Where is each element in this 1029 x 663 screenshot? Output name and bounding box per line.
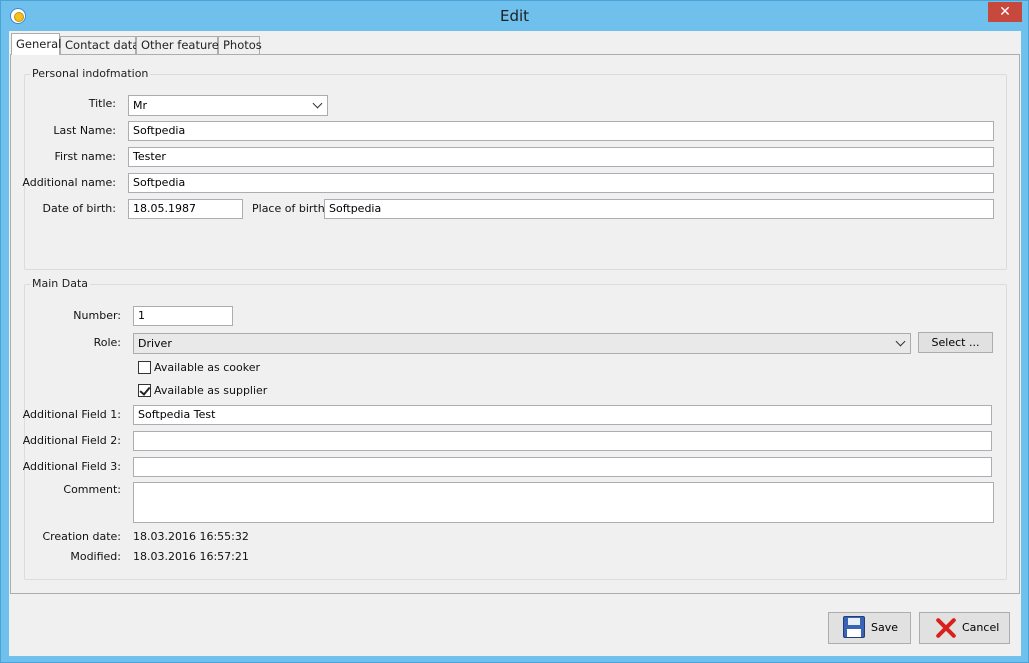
number-field[interactable]: 1	[133, 306, 233, 326]
additional-field-2-input[interactable]	[133, 431, 992, 451]
number-label: Number:	[73, 309, 121, 322]
cancel-button[interactable]: Cancel	[919, 612, 1010, 644]
tab-contact-data[interactable]: Contact data	[60, 36, 139, 54]
general-tab-panel: Personal indofmation Title: Mr Last Name…	[10, 54, 1020, 594]
additional-field-3-input[interactable]	[133, 457, 992, 477]
main-data-group: Main Data Number: 1 Role: Driver Select …	[22, 277, 1007, 580]
modified-label: Modified:	[70, 550, 121, 563]
available-as-supplier-label: Available as supplier	[154, 384, 268, 397]
creation-date-value: 18.03.2016 16:55:32	[133, 530, 249, 543]
chevron-down-icon	[895, 336, 906, 347]
additional-field-3-label: Additional Field 3:	[22, 460, 121, 473]
dialog-client: General Contact data Other features Phot…	[9, 31, 1021, 656]
additional-name-field[interactable]: Softpedia	[128, 173, 994, 193]
window-title: Edit	[499, 7, 530, 25]
creation-date-label: Creation date:	[42, 530, 121, 543]
place-of-birth-field[interactable]: Softpedia	[324, 199, 994, 219]
cancel-button-label: Cancel	[962, 621, 1000, 634]
personal-information-legend: Personal indofmation	[30, 67, 151, 80]
modified-value: 18.03.2016 16:57:21	[133, 550, 249, 563]
edit-window: Edit ✕ General Contact data Other featur…	[0, 0, 1029, 663]
tab-other-features[interactable]: Other features	[136, 36, 225, 54]
place-of-birth-label: Place of birth:	[252, 202, 329, 215]
title-bar: Edit ✕	[1, 1, 1028, 31]
floppy-disk-icon	[843, 616, 865, 638]
date-of-birth-label: Date of birth:	[42, 202, 116, 215]
title-select[interactable]: Mr	[128, 95, 328, 116]
personal-information-group: Personal indofmation Title: Mr Last Name…	[22, 67, 1007, 270]
main-data-legend: Main Data	[30, 277, 91, 290]
first-name-field[interactable]: Tester	[128, 147, 994, 167]
additional-field-1-label: Additional Field 1:	[22, 408, 121, 421]
additional-name-label: Additional name:	[22, 176, 116, 189]
select-role-button[interactable]: Select ...	[918, 332, 993, 353]
role-select-value: Driver	[138, 337, 172, 350]
additional-field-2-label: Additional Field 2:	[22, 434, 121, 447]
additional-field-1-input[interactable]: Softpedia Test	[133, 405, 992, 425]
title-label: Title:	[88, 97, 116, 110]
comment-label: Comment:	[63, 483, 121, 496]
comment-textarea[interactable]	[133, 482, 994, 523]
role-select[interactable]: Driver	[133, 333, 911, 354]
tab-general[interactable]: General	[11, 33, 61, 55]
date-of-birth-field[interactable]: 18.05.1987	[128, 199, 243, 219]
role-label: Role:	[93, 336, 121, 349]
available-as-cooker-checkbox[interactable]	[138, 361, 151, 374]
last-name-field[interactable]: Softpedia	[128, 121, 994, 141]
available-as-supplier-checkbox[interactable]	[138, 384, 151, 397]
last-name-label: Last Name:	[53, 124, 116, 137]
title-select-value: Mr	[133, 99, 148, 112]
close-button[interactable]: ✕	[988, 2, 1022, 22]
save-button-label: Save	[871, 621, 899, 634]
tab-photos[interactable]: Photos	[218, 36, 262, 54]
chevron-down-icon	[312, 98, 323, 109]
red-x-icon	[934, 615, 958, 639]
available-as-cooker-label: Available as cooker	[154, 361, 261, 374]
save-button[interactable]: Save	[828, 612, 911, 644]
first-name-label: First name:	[54, 150, 116, 163]
